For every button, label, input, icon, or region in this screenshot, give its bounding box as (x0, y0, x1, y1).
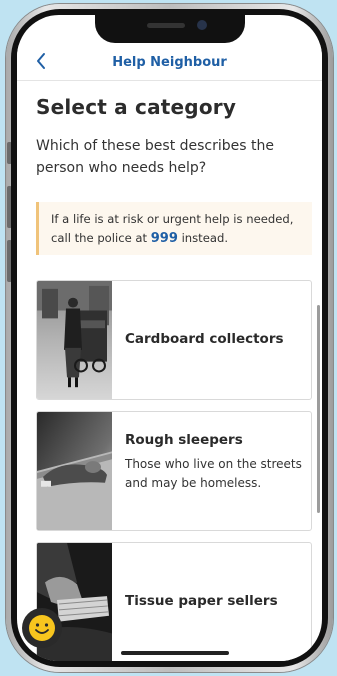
page-heading: Select a category (36, 95, 237, 119)
smiley-face-icon (29, 615, 55, 641)
category-name: Tissue paper sellers (125, 593, 278, 609)
emergency-notice: If a life is at risk or urgent help is n… (36, 202, 312, 255)
category-card-cardboard-collectors[interactable]: Cardboard collectors (36, 280, 312, 400)
category-name: Rough sleepers (125, 432, 243, 448)
speaker (147, 23, 185, 28)
scrollbar[interactable] (317, 305, 320, 513)
notice-text-after: instead. (177, 231, 229, 245)
rough-sleeper-photo (37, 412, 112, 530)
feedback-button[interactable] (22, 608, 62, 648)
category-name: Cardboard collectors (125, 331, 284, 347)
emergency-number-link[interactable]: 999 (151, 231, 178, 246)
front-camera (197, 20, 207, 30)
home-indicator[interactable] (121, 651, 229, 655)
app-screen: Help Neighbour Select a category Which o… (17, 15, 322, 661)
navigation-bar: Help Neighbour (17, 45, 322, 81)
category-description: Those who live on the streets and may be… (125, 457, 302, 490)
notch (95, 15, 245, 43)
category-card-rough-sleepers[interactable]: Rough sleepers Those who live on the str… (36, 411, 312, 531)
nav-title: Help Neighbour (112, 55, 227, 70)
phone-frame: Help Neighbour Select a category Which o… (6, 4, 333, 672)
category-card-tissue-paper-sellers[interactable]: Tissue paper sellers (36, 542, 312, 661)
cardboard-collector-photo (37, 281, 112, 399)
page-subtitle: Which of these best describes the person… (36, 138, 274, 176)
